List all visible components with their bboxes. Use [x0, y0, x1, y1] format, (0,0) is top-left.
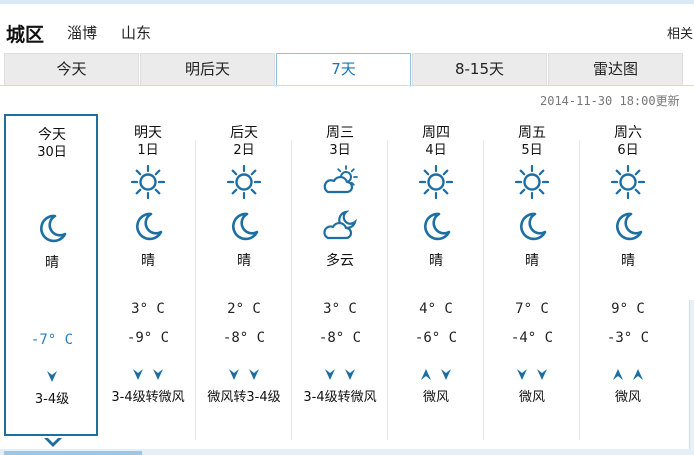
wind-direction	[484, 367, 580, 383]
day-date: 1日	[137, 143, 159, 158]
sun-icon	[34, 166, 70, 202]
weather-condition: 晴	[45, 255, 59, 271]
wind-down-arrow-icon	[229, 369, 239, 380]
tab-today[interactable]: 今天	[4, 53, 139, 86]
day-date: 2日	[233, 143, 255, 158]
seven-day-forecast: 今天 30日 晴 -7° C 3-4级 明天 1日 晴 3° C -9° C 3…	[4, 114, 676, 447]
moon-icon	[418, 208, 454, 244]
wind-direction	[292, 367, 388, 383]
wind-down-arrow-icon	[249, 369, 259, 380]
day-column[interactable]: 周五 5日 晴 7° C -4° C 微风	[484, 114, 580, 444]
day-column[interactable]: 周四 4日 晴 4° C -6° C 微风	[388, 114, 484, 444]
weather-condition: 晴	[429, 253, 443, 269]
day-date: 30日	[37, 145, 67, 160]
top-accent-line	[0, 0, 694, 4]
wind-down-arrow-icon	[47, 371, 57, 382]
day-column[interactable]: 后天 2日 晴 2° C -8° C 微风转3-4级	[196, 114, 292, 444]
tab-8-15-days[interactable]: 8-15天	[412, 53, 547, 86]
day-date: 3日	[329, 143, 351, 158]
weather-condition: 多云	[326, 253, 354, 269]
low-temperature: -6° C	[414, 330, 458, 346]
weather-condition: 晴	[237, 253, 251, 269]
low-temperature: -3° C	[606, 330, 650, 346]
moon-icon	[610, 208, 646, 244]
wind-direction	[196, 367, 292, 383]
moon-icon	[514, 208, 550, 244]
wind-direction	[580, 367, 676, 383]
moon-icon	[130, 208, 166, 244]
high-temperature: 4° C	[419, 301, 453, 317]
moon-icon	[226, 208, 262, 244]
sun-icon	[226, 164, 262, 200]
wind-down-arrow-icon	[133, 369, 143, 380]
partly-cloudy-day-icon	[322, 164, 358, 200]
wind-down-arrow-icon	[345, 369, 355, 380]
day-column[interactable]: 明天 1日 晴 3° C -9° C 3-4级转微风	[100, 114, 196, 444]
location-city-link[interactable]: 淄博	[67, 22, 97, 43]
selected-pointer-inner	[46, 436, 60, 443]
location-header: 城区 淄博 山东 相关	[0, 16, 694, 46]
scrollbar-thumb[interactable]	[4, 451, 142, 455]
day-column[interactable]: 周三 3日 多云 3° C -8° C 3-4级转微风	[292, 114, 388, 444]
wind-up-arrow-icon	[613, 369, 623, 380]
weather-condition: 晴	[141, 253, 155, 269]
high-temperature: 7° C	[515, 301, 549, 317]
forecast-tabs: 今天 明后天 7天 8-15天 雷达图	[4, 53, 694, 87]
day-column[interactable]: 今天 30日 晴 -7° C 3-4级	[4, 114, 100, 447]
high-temperature: 9° C	[611, 301, 645, 317]
day-date: 4日	[425, 143, 447, 158]
low-temperature: -9° C	[126, 330, 170, 346]
day-date: 5日	[521, 143, 543, 158]
weather-condition: 晴	[525, 253, 539, 269]
horizontal-scrollbar[interactable]	[0, 449, 694, 455]
wind-down-arrow-icon	[537, 369, 547, 380]
wind-down-arrow-icon	[441, 369, 451, 380]
vertical-scrollbar[interactable]	[689, 300, 694, 450]
sun-icon	[130, 164, 166, 200]
sun-icon	[514, 164, 550, 200]
related-link[interactable]: 相关	[667, 23, 693, 42]
high-temperature: 3° C	[131, 301, 165, 317]
city-name: 城区	[6, 24, 45, 46]
low-temperature: -8° C	[318, 330, 362, 346]
tab-next-two-days[interactable]: 明后天	[140, 53, 275, 86]
high-temperature: 3° C	[323, 301, 357, 317]
day-column[interactable]: 周六 6日 晴 9° C -3° C 微风	[580, 114, 676, 444]
sun-icon	[418, 164, 454, 200]
partly-cloudy-night-icon	[322, 208, 358, 244]
tabs-divider	[0, 85, 694, 86]
wind-direction	[100, 367, 196, 383]
sun-icon	[610, 164, 646, 200]
low-temperature: -4° C	[510, 330, 554, 346]
weather-condition: 晴	[621, 253, 635, 269]
low-temperature: -8° C	[222, 330, 266, 346]
wind-up-arrow-icon	[421, 369, 431, 380]
wind-direction	[388, 367, 484, 383]
day-date: 6日	[617, 143, 639, 158]
low-temperature: -7° C	[30, 332, 74, 348]
wind-strength: 微风	[614, 390, 641, 405]
wind-direction	[4, 369, 100, 385]
location-province-link[interactable]: 山东	[121, 22, 151, 43]
tab-radar[interactable]: 雷达图	[548, 53, 683, 86]
wind-up-arrow-icon	[633, 369, 643, 380]
wind-down-arrow-icon	[325, 369, 335, 380]
wind-down-arrow-icon	[517, 369, 527, 380]
moon-icon	[34, 210, 70, 246]
update-time: 2014-11-30 18:00更新	[540, 94, 680, 108]
tab-7-days[interactable]: 7天	[276, 53, 411, 87]
high-temperature: 2° C	[227, 301, 261, 317]
wind-down-arrow-icon	[153, 369, 163, 380]
